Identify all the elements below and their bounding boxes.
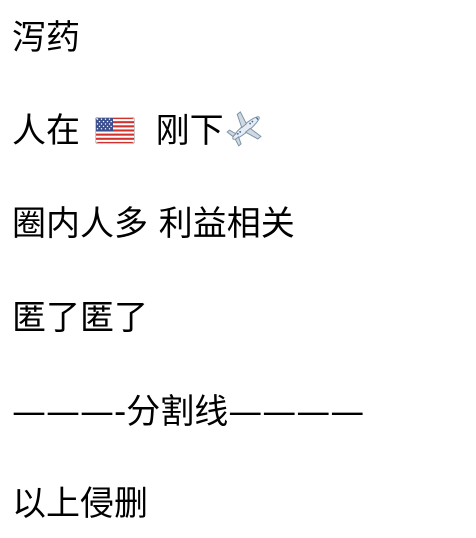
post-line-insider: 圈内人多 利益相关 [12, 204, 295, 244]
post-line-anonymous: 匿了匿了 [12, 298, 148, 338]
post-line-thanks: 泻药 [12, 18, 80, 58]
post-line-disclaimer: 以上侵删 [12, 484, 148, 524]
us-flag-icon [94, 111, 135, 144]
location-text-after: 刚下 [155, 111, 224, 151]
post-line-divider: ———-分割线———— [12, 392, 365, 432]
post-content: 泻药 人在 刚下 圈内人多 利益相关 匿了匿了 ———-分割线———— 以上侵删 [0, 0, 476, 538]
airplane-icon [226, 108, 266, 148]
location-text-before: 人在 [12, 111, 80, 151]
post-line-location: 人在 刚下 [12, 108, 266, 152]
